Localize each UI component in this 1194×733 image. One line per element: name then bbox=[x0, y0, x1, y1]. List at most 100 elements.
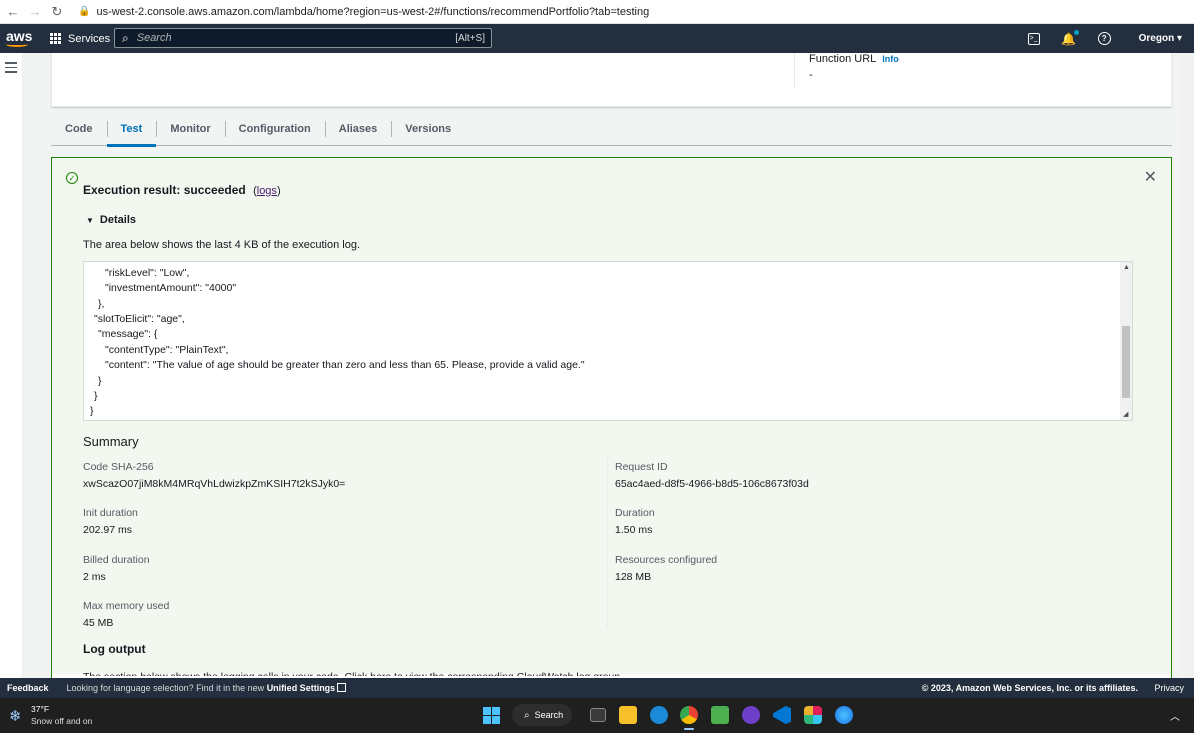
result-title-text: Execution result: succeeded bbox=[83, 183, 246, 197]
code-sha-label: Code SHA-256 bbox=[83, 461, 154, 473]
search-icon: ⌕ bbox=[122, 30, 129, 45]
scroll-up-icon[interactable]: ▲ bbox=[1123, 264, 1130, 271]
log-output-description: The section below shows the logging call… bbox=[83, 668, 623, 676]
tab-monitor[interactable]: Monitor bbox=[156, 112, 224, 146]
menu-icon[interactable] bbox=[5, 62, 17, 76]
notepad-icon[interactable] bbox=[711, 706, 729, 724]
function-url-text: Function URL bbox=[809, 53, 877, 65]
billed-duration-label: Billed duration bbox=[83, 554, 150, 566]
slack-icon[interactable] bbox=[804, 706, 822, 724]
request-id-value: 65ac4aed-d8f5-4966-b8d5-106c8673f03d bbox=[615, 478, 809, 490]
resources-label: Resources configured bbox=[615, 554, 718, 566]
search-shortcut: [Alt+S] bbox=[455, 32, 485, 44]
log-line: "investmentAmount": "4000" bbox=[105, 282, 237, 294]
tab-configuration[interactable]: Configuration bbox=[224, 112, 325, 146]
edge-icon[interactable] bbox=[650, 706, 668, 724]
function-url-label: Function URL Info bbox=[809, 53, 899, 65]
bell-icon[interactable]: 🔔 bbox=[1061, 29, 1079, 46]
reload-icon[interactable]: ↻ bbox=[48, 3, 66, 21]
snowflake-icon[interactable]: ❄ bbox=[9, 707, 22, 725]
arrow-left-icon[interactable]: ← bbox=[4, 3, 22, 21]
execution-result-title: Execution result: succeeded (logs) bbox=[83, 183, 281, 197]
init-duration-label: Init duration bbox=[83, 507, 138, 519]
summary-heading: Summary bbox=[83, 434, 139, 449]
search-placeholder: Search bbox=[136, 32, 172, 44]
windows-taskbar: ❄ 37°F Snow off and on ⌕ Search ︿ bbox=[0, 698, 1194, 733]
unified-settings-link[interactable]: Unified Settings bbox=[267, 683, 336, 693]
taskbar-search-label: Search bbox=[534, 710, 564, 720]
chevron-up-icon[interactable]: ︿ bbox=[1170, 708, 1180, 723]
log-line: } bbox=[94, 390, 98, 402]
weather-description[interactable]: Snow off and on bbox=[31, 716, 92, 726]
address-bar[interactable]: us-west-2.console.aws.amazon.com/lambda/… bbox=[96, 6, 649, 18]
arrow-right-icon[interactable]: → bbox=[26, 3, 44, 21]
grid-icon bbox=[50, 33, 61, 44]
logs-link[interactable]: logs bbox=[257, 185, 277, 197]
caret-down-icon: ▼ bbox=[86, 215, 94, 225]
log-line: "slotToElicit": "age", bbox=[94, 313, 185, 325]
task-view-icon[interactable] bbox=[590, 708, 606, 722]
log-line: } bbox=[98, 375, 102, 387]
services-button[interactable]: Services bbox=[50, 33, 110, 45]
log-line: "content": "The value of age should be g… bbox=[105, 359, 585, 371]
vscode-icon[interactable] bbox=[773, 706, 791, 724]
execution-log-box[interactable]: "riskLevel": "Low", "investmentAmount": … bbox=[83, 261, 1133, 421]
function-overview-card: Function URL Info - bbox=[51, 53, 1172, 107]
language-notice-text: Looking for language selection? Find it … bbox=[66, 683, 265, 693]
help-icon[interactable]: ? bbox=[1097, 32, 1111, 45]
search-icon: ⌕ bbox=[524, 709, 530, 721]
function-url-value: - bbox=[809, 69, 813, 81]
log-output-heading: Log output bbox=[83, 642, 146, 656]
active-app-indicator bbox=[684, 728, 694, 730]
aws-logo[interactable]: aws bbox=[6, 29, 42, 47]
tab-aliases[interactable]: Aliases bbox=[324, 112, 392, 146]
notification-dot bbox=[1073, 29, 1079, 35]
aws-top-nav: aws Services ⌕ Search [Alt+S] >_ 🔔 ? Ore… bbox=[0, 24, 1194, 53]
windows-start-icon[interactable] bbox=[483, 707, 500, 724]
billed-duration-value: 2 ms bbox=[83, 571, 106, 583]
browser-bar: ← → ↻ 🔒 us-west-2.console.aws.amazon.com… bbox=[0, 0, 1194, 24]
page-scrollbar[interactable] bbox=[1182, 53, 1194, 678]
tab-code[interactable]: Code bbox=[51, 112, 107, 146]
execution-result-alert: ✓ Execution result: succeeded (logs) ✕ ▼… bbox=[51, 157, 1172, 678]
duration-label: Duration bbox=[615, 507, 655, 519]
header-right-tools: >_ 🔔 ? Oregon ▾ bbox=[1027, 24, 1182, 53]
summary-column-divider bbox=[607, 458, 608, 628]
file-explorer-icon[interactable] bbox=[619, 706, 637, 724]
chrome-icon[interactable] bbox=[680, 706, 698, 724]
feedback-link[interactable]: Feedback bbox=[7, 683, 49, 693]
log-description: The area below shows the last 4 KB of th… bbox=[83, 239, 360, 251]
scroll-thumb[interactable] bbox=[1122, 326, 1130, 398]
cloudshell-icon[interactable]: >_ bbox=[1027, 32, 1040, 45]
details-expander[interactable]: ▼ Details bbox=[86, 214, 136, 226]
sidebar bbox=[0, 53, 23, 678]
services-label: Services bbox=[68, 32, 111, 45]
divider bbox=[794, 53, 795, 89]
info-link[interactable]: Info bbox=[882, 54, 899, 64]
search-input[interactable]: ⌕ Search [Alt+S] bbox=[114, 28, 492, 48]
resize-handle-icon[interactable]: ◢ bbox=[1123, 410, 1128, 418]
log-line: } bbox=[90, 405, 94, 417]
request-id-label: Request ID bbox=[615, 461, 668, 473]
region-selector[interactable]: Oregon ▾ bbox=[1139, 33, 1182, 44]
external-link-icon bbox=[337, 683, 347, 692]
init-duration-value: 202.97 ms bbox=[83, 524, 133, 536]
taskbar-search-button[interactable]: ⌕ Search bbox=[512, 704, 572, 726]
tab-versions[interactable]: Versions bbox=[391, 112, 465, 146]
log-line: "riskLevel": "Low", bbox=[105, 267, 190, 279]
max-memory-label: Max memory used bbox=[83, 600, 170, 612]
privacy-link[interactable]: Privacy bbox=[1154, 683, 1184, 693]
tab-test[interactable]: Test bbox=[106, 112, 157, 147]
duration-value: 1.50 ms bbox=[615, 524, 653, 536]
console-footer: Feedback Looking for language selection?… bbox=[0, 678, 1194, 698]
weather-temperature[interactable]: 37°F bbox=[31, 704, 49, 714]
close-icon[interactable]: ✕ bbox=[1144, 170, 1157, 186]
function-tabs: Code Test Monitor Configuration Aliases … bbox=[51, 112, 1172, 147]
globe-app-icon[interactable] bbox=[835, 706, 853, 724]
github-desktop-icon[interactable] bbox=[742, 706, 760, 724]
log-scrollbar[interactable]: ▲ ◢ bbox=[1120, 262, 1132, 420]
resources-value: 128 MB bbox=[615, 571, 652, 583]
details-label: Details bbox=[99, 214, 136, 226]
success-check-icon: ✓ bbox=[66, 172, 78, 184]
log-line: }, bbox=[98, 298, 105, 310]
